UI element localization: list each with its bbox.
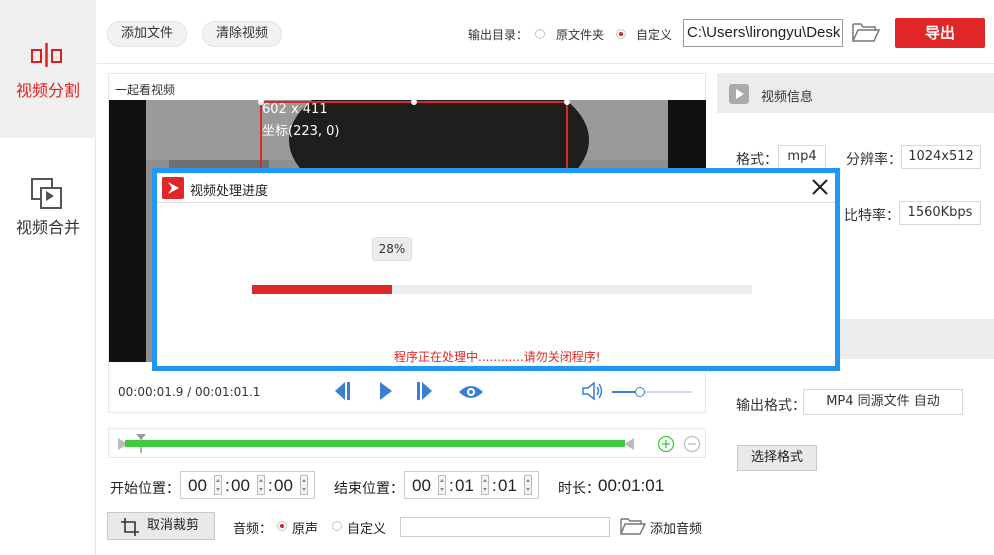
colon: :: [492, 476, 497, 495]
nav-item-video-split[interactable]: 视频分割: [0, 0, 96, 138]
resolution-label: 分辨率：: [846, 152, 902, 168]
audio-original-label: 原声: [292, 522, 319, 537]
end-time-input[interactable]: 00 : 01 : 01: [404, 471, 539, 499]
preview-eye-icon[interactable]: [458, 383, 484, 405]
start-time-input[interactable]: 00 : 00 : 00: [180, 471, 315, 499]
audio-label: 音频：: [233, 522, 273, 537]
player-title: 一起看视频: [115, 83, 176, 97]
end-seconds[interactable]: 01: [498, 476, 517, 496]
progress-bar: [252, 285, 752, 294]
play-icon[interactable]: [378, 381, 394, 405]
crop-coord-overlay: 坐标(223, 0): [262, 124, 340, 139]
time-display: 00:00:01.9 / 00:01:01.1: [118, 385, 261, 399]
end-hours-spinner[interactable]: [438, 475, 446, 495]
audio-custom-label: 自定义: [347, 522, 387, 537]
close-icon[interactable]: [811, 178, 829, 200]
video-merge-icon: [31, 178, 63, 214]
add-file-button[interactable]: 添加文件: [107, 21, 187, 47]
radio-audio-custom[interactable]: [332, 521, 342, 531]
progress-percent-tooltip: 28%: [372, 237, 412, 261]
nav-item-video-merge[interactable]: 视频合并: [0, 138, 96, 276]
radio-audio-original[interactable]: [277, 521, 287, 531]
video-info-title: 视频信息: [761, 90, 814, 105]
format-value: mp4: [778, 145, 826, 169]
start-seconds-spinner[interactable]: [300, 475, 308, 495]
video-split-icon: [30, 42, 64, 72]
end-position-label: 结束位置：: [334, 481, 404, 497]
resolution-value: 1024x512: [901, 145, 981, 169]
crop-icon: [121, 518, 139, 546]
nav-label-merge: 视频合并: [15, 218, 80, 237]
colon: :: [225, 476, 230, 495]
nav-label-split: 视频分割: [15, 81, 80, 100]
progress-percent: 28%: [378, 242, 406, 256]
processing-dialog: 视频处理进度 28% 程序正在处理中............请勿关闭程序!: [152, 168, 840, 371]
source-folder-label: 原文件夹: [556, 28, 605, 42]
duration-label: 时长：: [558, 481, 600, 497]
dialog-titlebar: 视频处理进度: [157, 173, 835, 203]
app-logo-icon: [162, 177, 184, 203]
video-info-header: 视频信息: [717, 73, 994, 113]
colon: :: [268, 476, 273, 495]
timeline-bar[interactable]: [108, 428, 706, 458]
progress-fill: [252, 285, 392, 294]
duration-value: 00:01:01: [598, 476, 665, 495]
start-hours-spinner[interactable]: [214, 475, 222, 495]
cancel-crop-label: 取消裁剪: [147, 518, 200, 533]
timeline-selection[interactable]: [125, 440, 625, 447]
custom-output-label: 自定义: [636, 28, 673, 42]
next-frame-icon[interactable]: [416, 381, 434, 405]
output-dir-label: 输出目录：: [468, 28, 529, 42]
start-minutes-spinner[interactable]: [257, 475, 265, 495]
radio-custom-output[interactable]: [616, 29, 626, 39]
end-seconds-spinner[interactable]: [524, 475, 532, 495]
crop-size-overlay: 602 x 411: [262, 102, 328, 117]
prev-frame-icon[interactable]: [333, 381, 351, 405]
custom-audio-path-input[interactable]: [400, 517, 610, 537]
left-nav: 视频分割 视频合并: [0, 0, 96, 555]
add-audio-button[interactable]: 添加音频: [650, 518, 702, 537]
export-button[interactable]: 导出: [895, 18, 985, 48]
clear-video-button[interactable]: 清除视频: [202, 21, 282, 47]
output-path-input[interactable]: C:\Users\lirongyu\Desk: [683, 19, 843, 47]
video-info-icon: [729, 84, 749, 108]
bitrate-value: 1560Kbps: [899, 201, 981, 225]
zoom-out-icon[interactable]: [683, 435, 701, 457]
end-minutes-spinner[interactable]: [481, 475, 489, 495]
radio-source-folder[interactable]: [535, 29, 545, 39]
volume-slider[interactable]: [612, 387, 692, 397]
start-minutes[interactable]: 00: [231, 476, 250, 496]
output-format-label: 输出格式：: [736, 398, 806, 414]
format-label: 格式：: [736, 152, 778, 168]
bitrate-label: 比特率：: [844, 208, 900, 224]
zoom-in-icon[interactable]: [657, 435, 675, 457]
add-audio-folder-icon[interactable]: [620, 516, 647, 540]
dialog-title: 视频处理进度: [190, 184, 269, 199]
end-minutes[interactable]: 01: [455, 476, 474, 496]
volume-icon[interactable]: [582, 381, 604, 405]
start-hours[interactable]: 00: [188, 476, 207, 496]
start-seconds[interactable]: 00: [274, 476, 293, 496]
colon: :: [449, 476, 454, 495]
processing-status-text: 程序正在处理中............请勿关闭程序!: [394, 350, 601, 364]
timeline-end-marker-icon[interactable]: [623, 437, 635, 455]
volume-knob[interactable]: [635, 387, 645, 397]
choose-format-button[interactable]: 选择格式: [737, 445, 817, 471]
start-position-label: 开始位置：: [110, 481, 180, 497]
output-format-field[interactable]: MP4 同源文件 自动: [803, 389, 963, 415]
end-hours[interactable]: 00: [412, 476, 431, 496]
cancel-crop-button[interactable]: 取消裁剪: [107, 512, 215, 540]
folder-open-icon[interactable]: [852, 21, 881, 47]
